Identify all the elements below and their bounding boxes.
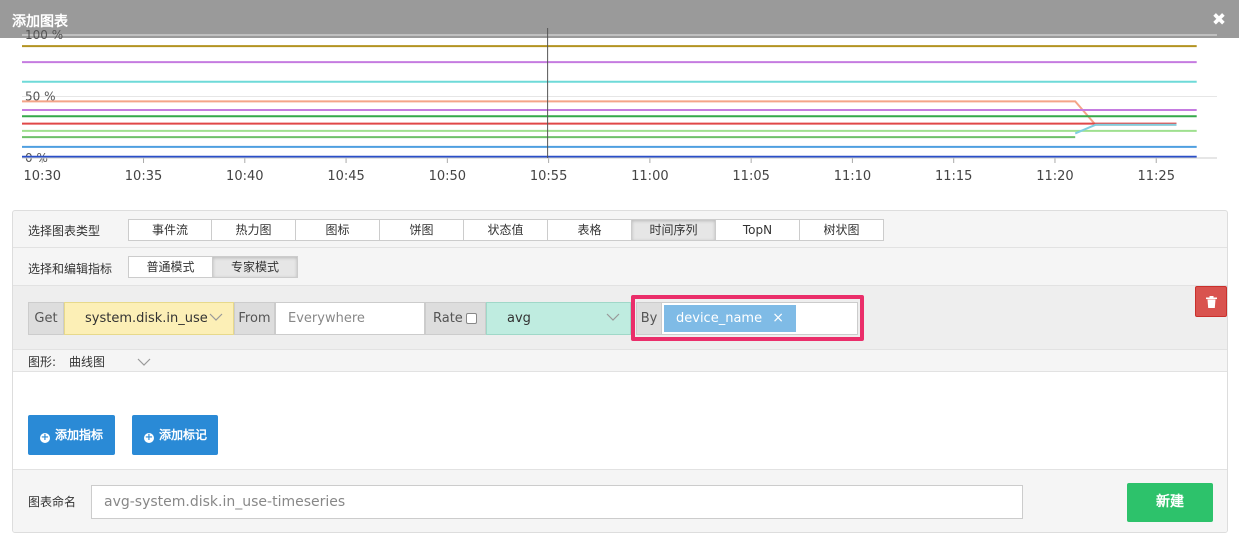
x-tick-label: 10:50 bbox=[429, 169, 466, 184]
close-icon[interactable]: ✖ bbox=[1211, 12, 1227, 29]
rate-label: Rate bbox=[433, 311, 463, 326]
rate-toggle[interactable]: Rate bbox=[425, 302, 486, 335]
chart-name-input[interactable]: avg-system.disk.in_use-timeseries bbox=[91, 485, 1023, 519]
by-label: By bbox=[637, 303, 662, 334]
trash-icon bbox=[1206, 296, 1217, 308]
tab-chart-type-0[interactable]: 事件流 bbox=[128, 219, 212, 241]
rate-checkbox[interactable] bbox=[466, 313, 477, 324]
chart-name-row: 图表命名 avg-system.disk.in_use-timeseries 新… bbox=[13, 470, 1227, 532]
x-tick-label: 10:55 bbox=[530, 169, 567, 184]
remove-tag-icon[interactable]: × bbox=[772, 305, 784, 332]
x-tick-label: 10:35 bbox=[125, 169, 162, 184]
x-tick-label: 11:00 bbox=[631, 169, 668, 184]
actions-area: + 添加指标 + 添加标记 bbox=[13, 372, 1227, 470]
chart-type-row: 选择图表类型 事件流 热力图 图标 饼图 状态值 表格 时间序列 TopN 树状图 bbox=[13, 211, 1227, 248]
tab-chart-type-7[interactable]: TopN bbox=[716, 219, 800, 241]
metric-mode-tabs: 普通模式 专家模式 bbox=[128, 256, 298, 278]
chevron-down-icon bbox=[209, 313, 223, 321]
tag-label: device_name bbox=[676, 311, 763, 326]
x-tick-label: 10:45 bbox=[327, 169, 364, 184]
metric-query-row: Get system.disk.in_use From Everywhere R… bbox=[13, 286, 1227, 350]
group-by-tag: device_name × bbox=[664, 305, 796, 332]
tab-chart-type-2[interactable]: 图标 bbox=[296, 219, 380, 241]
shape-value: 曲线图 bbox=[69, 355, 106, 369]
aggregation-value: avg bbox=[507, 311, 531, 326]
metric-mode-label: 选择和编辑指标 bbox=[28, 262, 113, 276]
add-marker-label: 添加标记 bbox=[159, 428, 208, 442]
series-line-9 bbox=[1074, 123, 1177, 135]
x-tick-label: 11:05 bbox=[732, 169, 769, 184]
tab-chart-type-3[interactable]: 饼图 bbox=[380, 219, 464, 241]
x-tick-label: 11:15 bbox=[935, 169, 972, 184]
series-line-3 bbox=[22, 100, 1177, 126]
x-tick-label: 11:25 bbox=[1138, 169, 1175, 184]
x-tick-label: 10:30 bbox=[24, 169, 61, 184]
from-label: From bbox=[234, 302, 275, 335]
tab-metric-mode-0[interactable]: 普通模式 bbox=[128, 256, 213, 278]
chart-type-tabs: 事件流 热力图 图标 饼图 状态值 表格 时间序列 TopN 树状图 bbox=[128, 219, 884, 241]
chart-type-label: 选择图表类型 bbox=[28, 224, 101, 238]
add-marker-button[interactable]: + 添加标记 bbox=[132, 415, 218, 455]
chevron-down-icon bbox=[137, 358, 151, 366]
delete-metric-button[interactable] bbox=[1195, 286, 1227, 317]
shape-row: 图形: 曲线图 bbox=[13, 350, 1227, 372]
chart-svg: 100 %50 %0 %10:30 10:35 10:40 10:45 10:50 10:… bbox=[22, 28, 1217, 184]
plus-circle-icon: + bbox=[40, 432, 50, 443]
from-placeholder: Everywhere bbox=[288, 311, 365, 326]
metric-mode-row: 选择和编辑指标 普通模式 专家模式 bbox=[13, 248, 1227, 286]
add-metric-label: 添加指标 bbox=[55, 428, 104, 442]
tab-chart-type-5[interactable]: 表格 bbox=[548, 219, 632, 241]
tab-chart-type-6[interactable]: 时间序列 bbox=[632, 219, 716, 241]
tab-chart-type-1[interactable]: 热力图 bbox=[212, 219, 296, 241]
aggregation-select[interactable]: avg bbox=[486, 302, 631, 335]
metric-value: system.disk.in_use bbox=[85, 311, 208, 326]
shape-select[interactable]: 曲线图 bbox=[69, 350, 153, 372]
metric-select[interactable]: system.disk.in_use bbox=[64, 302, 234, 335]
chart-name-label: 图表命名 bbox=[28, 495, 77, 509]
tab-metric-mode-1[interactable]: 专家模式 bbox=[213, 256, 298, 278]
chart-editor: 选择图表类型 事件流 热力图 图标 饼图 状态值 表格 时间序列 TopN 树状图 选择和编辑指… bbox=[12, 210, 1228, 533]
add-metric-button[interactable]: + 添加指标 bbox=[28, 415, 115, 455]
tab-chart-type-4[interactable]: 状态值 bbox=[464, 219, 548, 241]
get-label: Get bbox=[28, 302, 64, 335]
x-tick-label: 10:40 bbox=[226, 169, 263, 184]
tab-chart-type-8[interactable]: 树状图 bbox=[800, 219, 884, 241]
create-button[interactable]: 新建 bbox=[1127, 483, 1213, 522]
x-tick-label: 11:20 bbox=[1036, 169, 1073, 184]
group-by-input[interactable]: By device_name × bbox=[636, 302, 858, 335]
x-tick-label: 11:10 bbox=[834, 169, 871, 184]
timeseries-chart: 100 % 50 % 0 % 10:30 10:35 10:40 10:45 10:50 10:… bbox=[0, 28, 1239, 188]
chevron-down-icon bbox=[606, 313, 620, 321]
from-input[interactable]: Everywhere bbox=[275, 302, 425, 335]
plus-circle-icon: + bbox=[144, 432, 154, 443]
shape-label: 图形: bbox=[28, 355, 57, 369]
y-tick-label: 100 % bbox=[25, 28, 63, 42]
